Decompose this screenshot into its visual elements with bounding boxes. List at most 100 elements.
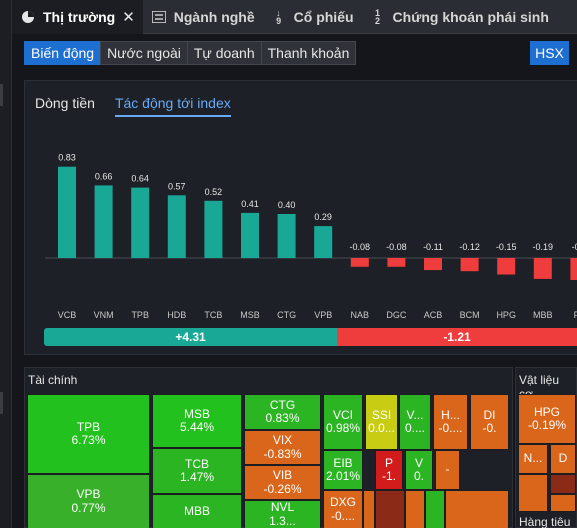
heatmap-cell[interactable]: TCB 1.47% [152, 448, 242, 494]
tab-industry[interactable]: Ngành nghề [143, 0, 263, 34]
chart-data-label: -0.08 [386, 242, 407, 252]
tab-index-impact[interactable]: Tác động tới index [114, 95, 231, 117]
tab-derivatives[interactable]: 12 Chứng khoán phái sinh [362, 0, 557, 34]
heatmap-cell-change: -0.26% [263, 481, 302, 496]
chart-data-label: -0.19 [533, 242, 554, 252]
chart-bar[interactable] [167, 195, 186, 258]
heatmap-cell[interactable]: VIB -0.26% [244, 465, 321, 500]
tab-money-flow[interactable]: Dòng tiền [35, 95, 95, 117]
chart-data-label: -0.11 [423, 242, 443, 252]
subtab-foreign[interactable]: Nước ngoài [100, 41, 188, 65]
heatmap-cell-change: 1.47% [179, 470, 215, 484]
subtab-proprietary[interactable]: Tự doanh [186, 41, 262, 65]
heatmap-cell[interactable]: DXG -0.... [323, 490, 363, 528]
chart-bar[interactable] [277, 214, 296, 258]
chart-data-label: -0.12 [459, 242, 480, 252]
heatmap-cell-change: 0.... [404, 421, 425, 435]
subtab-liquidity[interactable]: Thanh khoản [260, 41, 357, 65]
chart-tick-label: VNM [94, 310, 114, 320]
chart-bar[interactable] [424, 258, 442, 271]
heatmap-cell[interactable]: VPB 0.77% [27, 474, 150, 528]
tab-label: Chứng khoán phái sinh [392, 9, 549, 25]
chart-bar[interactable] [58, 166, 76, 258]
sidebar-marker[interactable] [0, 84, 3, 106]
chart-data-label: 0.64 [131, 174, 149, 184]
chart-bar[interactable] [350, 258, 369, 267]
heatmap-cell[interactable]: EIB 2.01% [323, 450, 363, 490]
heatmap-cell[interactable]: NVL 1.3... [244, 500, 321, 528]
chart-tick-label: NAB [351, 310, 370, 320]
heatmap-cell-change: 2.01% [325, 469, 361, 483]
list-icon [151, 9, 167, 25]
heatmap-cell-change: 5.44% [179, 420, 215, 434]
chart-bar[interactable] [570, 258, 577, 280]
chart-bar[interactable] [314, 226, 333, 258]
heatmap-cell[interactable]: VCI 0.98% [323, 394, 363, 450]
tab-stocks[interactable]: ↓ 9 Cổ phiếu [263, 0, 362, 34]
heatmap-cell-ticker: VIX [272, 433, 293, 448]
chart-bar[interactable] [241, 212, 259, 258]
sidebar-marker[interactable] [0, 392, 3, 414]
heatmap-cell[interactable]: CTG 0.83% [244, 394, 321, 430]
chart-bar[interactable] [533, 258, 552, 279]
exchange-selector-button[interactable]: HSX [530, 41, 569, 65]
heatmap-cell[interactable]: D [550, 444, 576, 474]
heatmap-cell[interactable]: MSB 5.44% [152, 394, 242, 448]
heatmap-cell-change: -0. [482, 421, 497, 435]
chart-tick-label: MSB [240, 310, 260, 320]
chart-bar[interactable] [460, 258, 479, 272]
heatmap-cell[interactable]: TPB 6.73% [27, 394, 150, 474]
chart-tick-label: TCB [204, 310, 222, 320]
heatmap-cell-change: -1. [381, 469, 396, 483]
heatmap-cell-change: 0.83% [265, 411, 300, 425]
chart-bar[interactable] [131, 187, 150, 258]
heatmap-cell[interactable] [550, 474, 576, 494]
chart-tick-label: TPB [131, 310, 149, 320]
heatmap-cell-ticker: NVL [270, 500, 295, 515]
heatmap-materials-panel: Vật liệu cơ HPG-0.19%N...D Hàng tiêu d [515, 367, 577, 528]
heatmap-cell-change: 6.73% [71, 433, 106, 447]
chart-bar[interactable] [204, 200, 223, 258]
tab-label: Cổ phiếu [293, 9, 354, 25]
heatmap-cell[interactable]: SSI 0.0... [365, 394, 398, 450]
heatmap-cell[interactable]: HPG -0.19% [518, 394, 576, 444]
heatmap-cell-ticker: MBB [183, 503, 210, 518]
tab-market[interactable]: Thị trường ✕ [12, 0, 143, 34]
heatmap-cell-change: -0.... [438, 421, 463, 435]
heatmap-cell-change: 0.77% [71, 500, 106, 515]
chart-tick-label: BCM [460, 310, 480, 320]
heatmap-cell-change: 0.0... [368, 421, 395, 435]
heatmap-cell-ticker: VIB [272, 468, 293, 483]
heatmap-cell[interactable]: - [435, 450, 460, 490]
heatmap-cell[interactable]: N... [518, 444, 548, 474]
heatmap-cell[interactable] [363, 490, 375, 528]
tab-label: Thị trường [43, 9, 116, 25]
chart-tick-label: VCB [58, 310, 77, 320]
chart-bar[interactable] [387, 258, 406, 267]
index-impact-chart: 0.83 VCB 0.66 VNM 0.64 TPB 0.57 HDB 0.52 TCB 0.41 M… [45, 153, 577, 320]
heatmap-cell-ticker: N... [523, 451, 543, 466]
close-icon[interactable]: ✕ [122, 8, 135, 26]
heatmap-cell[interactable]: H... -0.... [433, 394, 468, 450]
heatmap-cell[interactable] [425, 490, 445, 528]
chart-bar[interactable] [497, 258, 516, 275]
heatmap-cell[interactable] [445, 490, 509, 528]
heatmap-cell[interactable]: V 0. [405, 450, 433, 490]
heatmap-cell-change: -0.83% [263, 446, 302, 461]
chart-bar[interactable] [94, 185, 113, 258]
panel-tabs: Dòng tiền Tác động tới index [35, 95, 251, 117]
heatmap-cell[interactable] [550, 494, 576, 512]
heatmap-cell[interactable] [405, 490, 425, 528]
chart-tick-label: MBB [533, 310, 553, 320]
heatmap-cell[interactable] [375, 490, 405, 528]
heatmap-cell[interactable]: MBB [152, 494, 242, 528]
heatmap-cell[interactable]: VIX -0.83% [244, 430, 321, 465]
heatmap-cell[interactable]: P -1. [375, 450, 403, 490]
total-negative-impact: -1.21 [337, 328, 577, 346]
chart-tick-label: ACB [424, 310, 443, 320]
heatmap-cell[interactable]: V... 0.... [399, 394, 431, 450]
heatmap-cell[interactable]: DI -0. [470, 394, 509, 450]
subtab-volatility[interactable]: Biến động [24, 41, 102, 65]
index-impact-panel: Dòng tiền Tác động tới index 0.83 VCB 0.66… [24, 80, 577, 355]
heatmap-cell[interactable] [518, 474, 548, 512]
